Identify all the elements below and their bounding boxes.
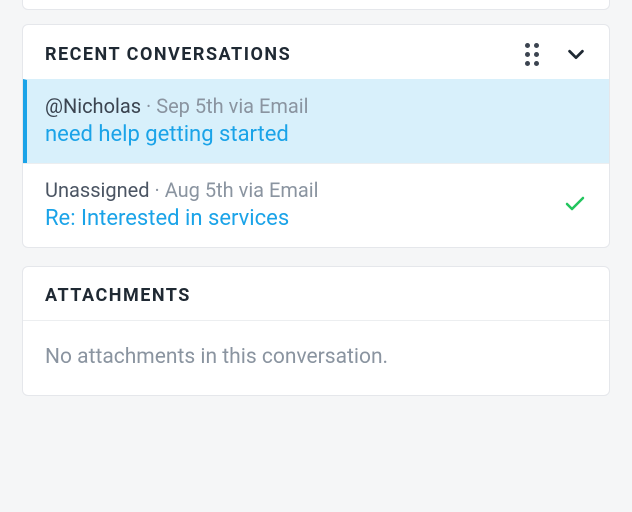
conversation-subject: Re: Interested in services — [45, 206, 319, 231]
chevron-down-icon — [565, 43, 587, 65]
conversation-content: @Nicholas · Sep 5th via Email need help … — [45, 94, 309, 147]
attachments-header: Attachments — [23, 267, 609, 320]
attachments-title: Attachments — [45, 285, 191, 306]
header-actions — [523, 43, 587, 65]
conversation-content: Unassigned · Aug 5th via Email Re: Inter… — [45, 178, 319, 231]
conversation-assignee: @Nicholas — [45, 94, 141, 118]
conversation-meta: Unassigned · Aug 5th via Email — [45, 178, 319, 202]
conversation-item[interactable]: @Nicholas · Sep 5th via Email need help … — [23, 79, 609, 163]
resolved-indicator — [563, 191, 587, 219]
attachments-card: Attachments No attachments in this conve… — [22, 266, 610, 396]
collapse-toggle[interactable] — [565, 43, 587, 65]
conversation-item[interactable]: Unassigned · Aug 5th via Email Re: Inter… — [23, 163, 609, 247]
attachments-empty-state: No attachments in this conversation. — [23, 320, 609, 395]
recent-conversations-card: Recent Conversations @Nicholas · Sep 5th… — [22, 24, 610, 248]
conversation-meta-rest: · Sep 5th via Email — [141, 94, 308, 118]
check-icon — [563, 191, 587, 215]
conversation-subject: need help getting started — [45, 122, 309, 147]
recent-conversations-title: Recent Conversations — [45, 44, 291, 65]
conversation-meta-rest: · Aug 5th via Email — [150, 178, 319, 202]
previous-card-tail — [22, 0, 610, 10]
conversation-assignee: Unassigned — [45, 178, 150, 202]
conversation-meta: @Nicholas · Sep 5th via Email — [45, 94, 309, 118]
drag-handle-icon[interactable] — [523, 45, 541, 63]
recent-conversations-header: Recent Conversations — [23, 25, 609, 79]
